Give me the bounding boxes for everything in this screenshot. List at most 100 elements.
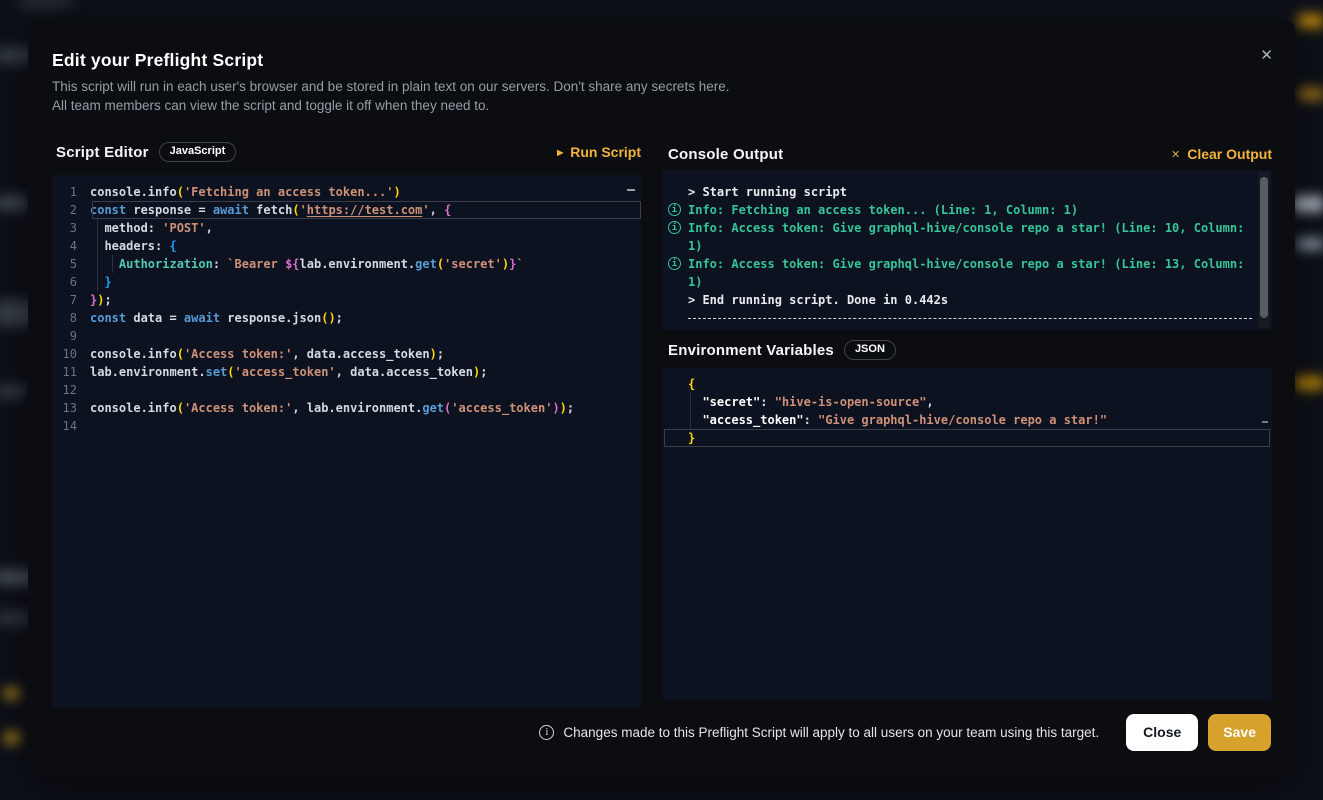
- code-token: }: [688, 431, 695, 445]
- code-line[interactable]: 11lab.environment.set('access_token', da…: [52, 363, 641, 381]
- code-token: 'POST': [162, 221, 205, 235]
- environment-variables-header: Environment Variables JSON: [662, 338, 1272, 362]
- console-entry: iInfo: Access token: Give graphql-hive/c…: [662, 219, 1272, 255]
- code-token: Authorization: [119, 257, 213, 271]
- script-editor-label: Script Editor: [56, 144, 149, 161]
- code-token: , lab.environment.: [292, 401, 422, 415]
- clear-output-label: Clear Output: [1187, 146, 1272, 162]
- clear-output-button[interactable]: ✕ Clear Output: [1171, 146, 1272, 162]
- line-number: 14: [52, 417, 90, 435]
- run-script-button[interactable]: ▶ Run Script: [557, 144, 641, 160]
- info-icon: i: [668, 203, 681, 216]
- line-number: 7: [52, 291, 90, 309]
- code-line[interactable]: 10console.info('Access token:', data.acc…: [52, 345, 641, 363]
- line-number: 12: [52, 381, 90, 399]
- console-output-panel: > Start running script i Info: Fetching an…: [662, 170, 1272, 330]
- code-line[interactable]: 9: [52, 327, 641, 345]
- console-output-header: Console Output ✕ Clear Output: [662, 142, 1272, 166]
- code-token: ): [328, 311, 335, 325]
- footer-note-wrap: i Changes made to this Preflight Script …: [539, 725, 1099, 740]
- code-line[interactable]: 3 method: 'POST',: [52, 219, 641, 237]
- console-output-label: Console Output: [668, 146, 783, 163]
- code-token: ): [560, 401, 567, 415]
- modal-footer: i Changes made to this Preflight Script …: [52, 710, 1271, 754]
- console-entry-text: > Start running script: [688, 183, 1252, 201]
- close-icon[interactable]: ✕: [1254, 42, 1279, 69]
- code-token: {: [169, 239, 176, 253]
- indent-guide: [690, 411, 691, 429]
- save-button[interactable]: Save: [1208, 714, 1271, 751]
- code-token: await: [213, 203, 249, 217]
- close-button[interactable]: Close: [1126, 714, 1198, 751]
- code-line[interactable]: 14: [52, 417, 641, 435]
- code-token: (: [177, 185, 184, 199]
- code-token: (: [177, 347, 184, 361]
- code-line[interactable]: 8const data = await response.json();: [52, 309, 641, 327]
- info-icon: i: [668, 221, 681, 234]
- code-token: 'Access token:': [184, 401, 292, 415]
- console-entry-text: Info: Fetching an access token... (Line:…: [688, 201, 1252, 219]
- indent-guide: [690, 393, 691, 411]
- console-scrollbar-thumb[interactable]: [1260, 177, 1268, 318]
- clear-icon: ✕: [1171, 148, 1180, 161]
- code-token: await: [184, 311, 220, 325]
- code-token: :: [213, 257, 227, 271]
- description-line-2: All team members can view the script and…: [52, 96, 729, 115]
- code-token: :: [804, 413, 818, 427]
- code-token: const: [90, 203, 126, 217]
- info-icon: i: [668, 257, 681, 270]
- code-token: response =: [126, 203, 213, 217]
- line-number: 2: [52, 201, 90, 219]
- code-token: 'Access token:': [184, 347, 292, 361]
- code-line[interactable]: "secret": "hive-is-open-source",: [662, 393, 1272, 411]
- code-token: console.info: [90, 401, 177, 415]
- code-token: ): [552, 401, 559, 415]
- code-token: (: [227, 365, 234, 379]
- line-number: 11: [52, 363, 90, 381]
- environment-variables-label: Environment Variables: [668, 342, 834, 359]
- code-token: `Bearer: [227, 257, 285, 271]
- console-scrollbar[interactable]: [1258, 172, 1270, 328]
- code-token: console.info: [90, 185, 177, 199]
- code-line[interactable]: 2const response = await fetch('https://t…: [52, 201, 641, 219]
- code-line[interactable]: 7});: [52, 291, 641, 309]
- console-entry: > Start running script: [662, 183, 1272, 201]
- environment-variables-panel[interactable]: { "secret": "hive-is-open-source", "acce…: [662, 368, 1272, 700]
- code-line[interactable]: 4 headers: {: [52, 237, 641, 255]
- code-token: headers:: [90, 239, 169, 253]
- page-title: Edit your Preflight Script: [52, 50, 263, 71]
- code-token: ': [300, 203, 307, 217]
- description-line-1: This script will run in each user's brow…: [52, 77, 729, 96]
- javascript-badge: JavaScript: [159, 142, 237, 162]
- code-token: (: [437, 257, 444, 271]
- code-line[interactable]: "access_token": "Give graphql-hive/conso…: [662, 411, 1272, 429]
- code-token: `: [516, 257, 523, 271]
- code-line[interactable]: 13console.info('Access token:', lab.envi…: [52, 399, 641, 417]
- code-line[interactable]: }: [662, 429, 1272, 447]
- console-entry: i Info: Fetching an access token... (Line…: [662, 201, 1272, 219]
- code-line[interactable]: 6 }: [52, 273, 641, 291]
- code-line[interactable]: 5 Authorization: `Bearer ${lab.environme…: [52, 255, 641, 273]
- code-line[interactable]: {: [662, 375, 1272, 393]
- code-token: "hive-is-open-source": [775, 395, 927, 409]
- code-token: {: [444, 203, 451, 217]
- modal-description: This script will run in each user's brow…: [52, 77, 729, 115]
- code-token: response.json: [220, 311, 321, 325]
- code-token: ): [430, 347, 437, 361]
- code-token: ${: [285, 257, 299, 271]
- line-number: 6: [52, 273, 90, 291]
- code-token: lab.environment.: [300, 257, 416, 271]
- code-token: get: [422, 401, 444, 415]
- console-entry-icon-cell: i: [668, 255, 688, 291]
- code-token: const: [90, 311, 126, 325]
- code-token: https://test.com: [307, 203, 423, 217]
- script-editor-header: Script Editor JavaScript ▶ Run Script: [52, 140, 641, 164]
- code-line[interactable]: 12: [52, 381, 641, 399]
- code-token: lab.environment.: [90, 365, 206, 379]
- code-token: data =: [126, 311, 184, 325]
- code-line[interactable]: 1console.info('Fetching an access token.…: [52, 183, 641, 201]
- code-token: fetch: [249, 203, 292, 217]
- code-token: ;: [437, 347, 444, 361]
- script-editor-panel[interactable]: 1console.info('Fetching an access token.…: [52, 175, 641, 708]
- console-separator: [688, 318, 1252, 319]
